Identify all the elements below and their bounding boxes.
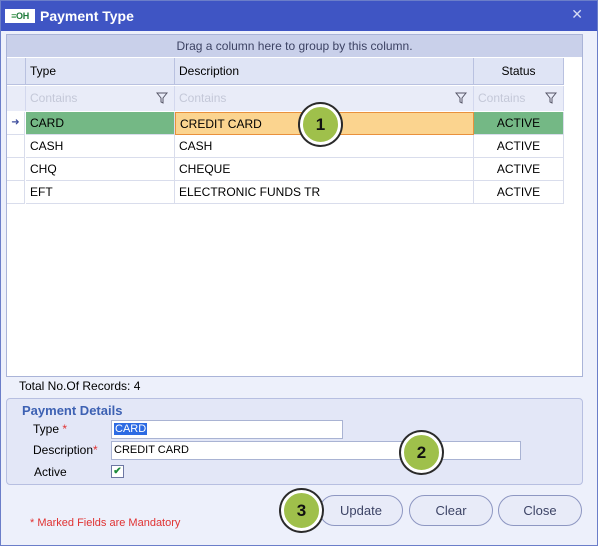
table-row-cash[interactable]: CASH CASH ACTIVE [7, 135, 582, 158]
cell-description[interactable]: ELECTRONIC FUNDS TR [175, 181, 474, 204]
cell-type[interactable]: CHQ [26, 158, 175, 181]
mandatory-fields-note: * Marked Fields are Mandatory [30, 517, 181, 529]
cell-type[interactable]: EFT [26, 181, 175, 204]
clear-button[interactable]: Clear [409, 495, 493, 526]
payment-type-window: ≡OH Payment Type ✕ Drag a column here to… [0, 0, 598, 546]
table-row-card[interactable]: ➜ CARD CREDIT CARD ACTIVE [7, 112, 582, 135]
annotation-badge-2: 2 [401, 432, 442, 473]
table-row-chq[interactable]: CHQ CHEQUE ACTIVE [7, 158, 582, 181]
filter-description-funnel-icon[interactable] [455, 92, 467, 104]
cell-status[interactable]: ACTIVE [474, 158, 564, 181]
type-field-label: Type * [33, 422, 68, 436]
payment-type-grid: Drag a column here to group by this colu… [6, 34, 583, 377]
filter-type-placeholder: Contains [30, 91, 78, 105]
current-row-arrow-icon: ➜ [7, 112, 25, 135]
annotation-badge-1: 1 [300, 104, 341, 145]
close-icon[interactable]: ✕ [571, 6, 583, 23]
filter-status-placeholder: Contains [478, 91, 526, 105]
payment-details-panel: Payment Details Type * CARD Description*… [6, 398, 583, 485]
active-checkbox[interactable]: ✔ [111, 465, 124, 478]
cell-description[interactable]: CHEQUE [175, 158, 474, 181]
row-indicator [7, 135, 25, 158]
filter-type-funnel-icon[interactable] [156, 92, 168, 104]
total-records-label: Total No.Of Records: 4 [19, 379, 141, 393]
column-header-status[interactable]: Status [474, 58, 564, 85]
cell-type[interactable]: CARD [26, 112, 175, 135]
cell-status[interactable]: ACTIVE [474, 181, 564, 204]
filter-status[interactable]: Contains [474, 86, 564, 111]
title-bar: ≡OH Payment Type ✕ [1, 1, 597, 31]
cell-status[interactable]: ACTIVE [474, 135, 564, 158]
group-by-panel[interactable]: Drag a column here to group by this colu… [7, 35, 582, 57]
column-header-type[interactable]: Type [26, 58, 175, 85]
type-input[interactable]: CARD [111, 420, 343, 439]
description-input[interactable]: CREDIT CARD [111, 441, 521, 460]
column-header-description[interactable]: Description [175, 58, 474, 85]
annotation-badge-3: 3 [281, 490, 322, 531]
cell-type[interactable]: CASH [26, 135, 175, 158]
filter-description-placeholder: Contains [179, 91, 227, 105]
filter-status-funnel-icon[interactable] [545, 92, 557, 104]
row-indicator-header [7, 58, 26, 85]
active-field-label: Active [34, 465, 67, 479]
table-row-eft[interactable]: EFT ELECTRONIC FUNDS TR ACTIVE [7, 181, 582, 204]
row-indicator [7, 158, 25, 181]
app-logo-icon: ≡OH [5, 9, 35, 23]
update-button[interactable]: Update [319, 495, 403, 526]
window-title: Payment Type [40, 8, 134, 24]
type-input-value: CARD [114, 423, 148, 435]
cell-status[interactable]: ACTIVE [474, 112, 564, 135]
required-marker: * [93, 443, 98, 457]
close-button[interactable]: Close [498, 495, 582, 526]
filter-row-indicator [7, 86, 26, 111]
required-marker: * [62, 422, 68, 436]
payment-details-title: Payment Details [22, 403, 123, 418]
row-indicator [7, 181, 25, 204]
description-field-label: Description* [33, 443, 98, 457]
filter-type[interactable]: Contains [26, 86, 175, 111]
